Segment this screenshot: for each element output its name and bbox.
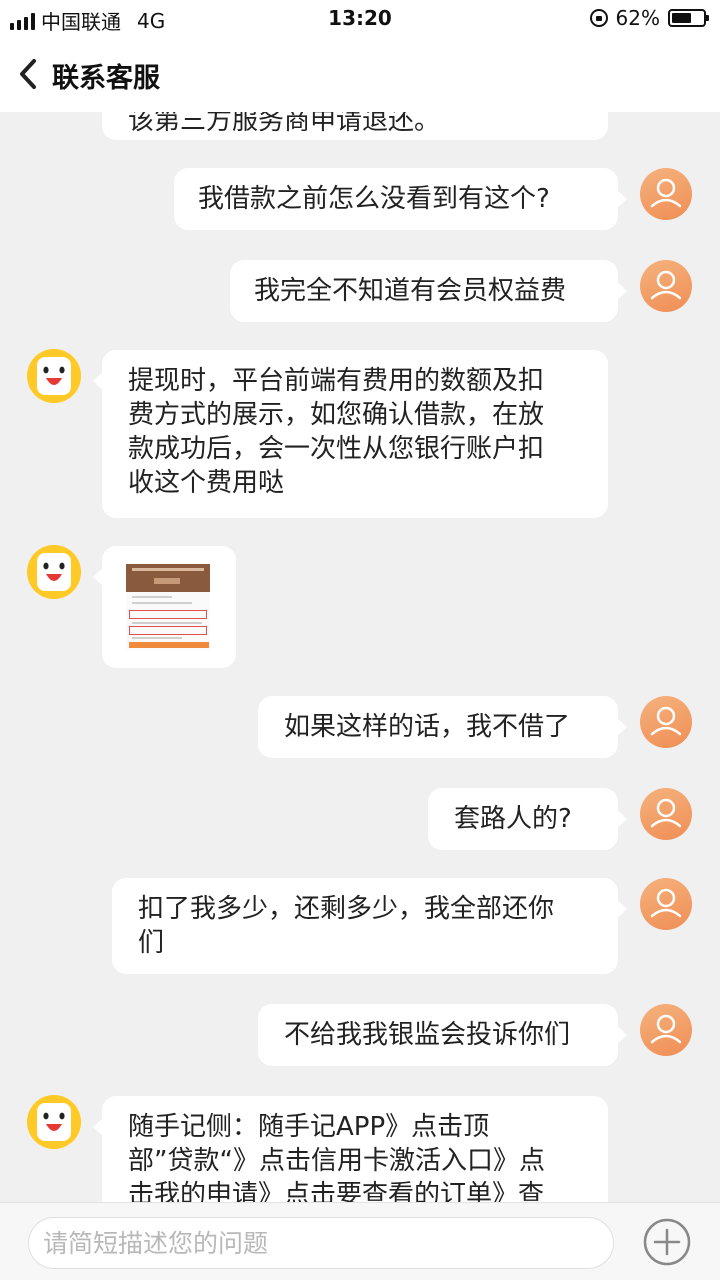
page-title: 联系客服 xyxy=(52,63,160,94)
message-line: 扣了我多少，还剩多少，我全部还你 xyxy=(138,894,555,924)
user-avatar[interactable] xyxy=(640,260,692,312)
back-button[interactable] xyxy=(18,54,38,94)
message-bubble-user: 如果这样的话，我不借了 xyxy=(258,696,627,758)
plus-circle-icon[interactable] xyxy=(642,1217,692,1267)
message-line: 收这个费用哒 xyxy=(128,468,285,498)
bot-mascot-icon xyxy=(27,349,81,403)
message-bubble-bot: 该第三方服务商申请退还。 xyxy=(102,112,608,140)
user-icon xyxy=(650,706,682,736)
message-input[interactable] xyxy=(28,1217,614,1269)
bot-avatar[interactable] xyxy=(26,544,82,600)
bot-avatar[interactable] xyxy=(26,1094,82,1150)
image-message-bubble[interactable] xyxy=(93,546,236,668)
user-icon xyxy=(650,178,682,208)
screenshot-thumbnail[interactable] xyxy=(126,564,210,650)
message-bubble-user: 不给我我银监会投诉你们 xyxy=(258,1004,627,1066)
message-line: 们 xyxy=(138,928,165,958)
message-text: 如果这样的话，我不借了 xyxy=(284,712,571,742)
message-line: 款成功后，会一次性从您银行账户扣 xyxy=(128,434,545,464)
message-line: 击我的申请》点击要查看的订单》查 xyxy=(128,1180,545,1202)
add-button[interactable] xyxy=(642,1217,692,1267)
bot-mascot-icon xyxy=(27,545,81,599)
rotation-lock-icon xyxy=(589,9,608,27)
battery-icon xyxy=(668,9,709,27)
message-bubble-bot: 提现时，平台前端有费用的数额及扣 费方式的展示，如您确认借款，在放 款成功后，会… xyxy=(93,350,608,518)
bot-avatar[interactable] xyxy=(26,348,82,404)
user-avatar[interactable] xyxy=(640,168,692,220)
user-avatar[interactable] xyxy=(640,1004,692,1056)
battery-percent: 62% xyxy=(615,6,660,30)
message-bubble-user: 套路人的? xyxy=(428,788,627,850)
user-avatar[interactable] xyxy=(640,788,692,840)
message-text: 我完全不知道有会员权益费 xyxy=(254,276,567,306)
message-text: 该第三方服务商申请退还。 xyxy=(128,112,441,136)
message-text: 套路人的? xyxy=(454,804,572,834)
chat-list[interactable]: 该第三方服务商申请退还。 我借款之前怎么没看到有这个? 我完全不知道有会员权益费… xyxy=(0,112,720,1202)
message-line: 部”贷款“》点击信用卡激活入口》点 xyxy=(128,1146,545,1176)
message-line: 随手记侧：随手记APP》点击顶 xyxy=(128,1112,490,1142)
chevron-left-icon[interactable] xyxy=(18,58,38,90)
user-icon xyxy=(650,1014,682,1044)
message-bubble-bot: 随手记侧：随手记APP》点击顶 部”贷款“》点击信用卡激活入口》点 击我的申请》… xyxy=(93,1096,608,1202)
message-bubble-user: 我借款之前怎么没看到有这个? xyxy=(174,168,627,230)
message-text: 我借款之前怎么没看到有这个? xyxy=(198,184,550,214)
status-bar: 中国联通 4G 13:20 62% xyxy=(0,0,720,36)
message-text: 不给我我银监会投诉你们 xyxy=(284,1020,571,1050)
input-bar xyxy=(0,1202,720,1280)
message-line: 费方式的展示，如您确认借款，在放 xyxy=(128,400,545,430)
user-icon xyxy=(650,888,682,918)
user-icon xyxy=(650,270,682,300)
message-bubble-user: 我完全不知道有会员权益费 xyxy=(230,260,627,322)
status-right: 62% xyxy=(589,6,709,30)
user-icon xyxy=(650,798,682,828)
user-avatar[interactable] xyxy=(640,878,692,930)
user-avatar[interactable] xyxy=(640,696,692,748)
battery-fill xyxy=(672,13,691,23)
bot-mascot-icon xyxy=(27,1095,81,1149)
message-line: 提现时，平台前端有费用的数额及扣 xyxy=(128,366,545,396)
nav-bar: 联系客服 xyxy=(0,36,720,112)
message-bubble-user: 扣了我多少，还剩多少，我全部还你 们 xyxy=(112,878,627,974)
